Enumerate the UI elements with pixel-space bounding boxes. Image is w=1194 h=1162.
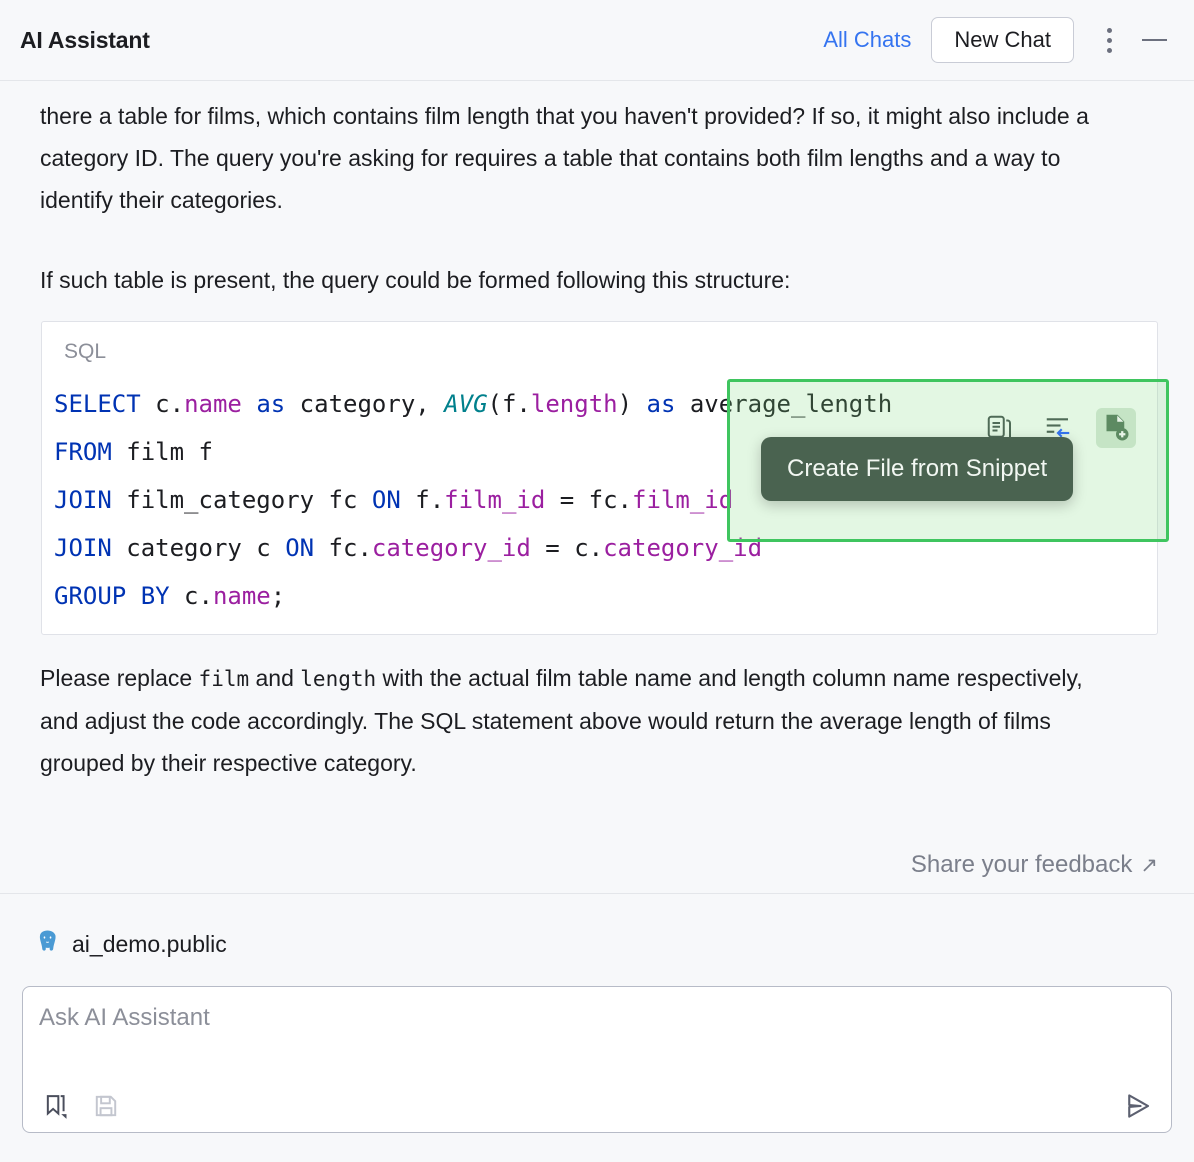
code-token: fc. (314, 534, 372, 562)
share-feedback-link[interactable]: Share your feedback ↗ (911, 851, 1158, 879)
chat-message-area[interactable]: there a table for films, which contains … (0, 81, 1194, 893)
code-token: film_id (444, 486, 546, 514)
chat-input-panel: ai_demo.public Ask AI Assistant (0, 893, 1194, 1162)
kebab-menu-icon[interactable] (1088, 20, 1130, 60)
code-token: FROM (54, 438, 112, 466)
page-title: AI Assistant (20, 26, 150, 53)
code-token: AVG (444, 390, 488, 418)
assistant-paragraph-3: Please replace film and length with the … (0, 635, 1145, 784)
ai-assistant-header: AI Assistant All Chats New Chat (0, 0, 1194, 81)
code-token: category, (285, 390, 445, 418)
kebab-dot (1106, 37, 1112, 43)
chat-input-toolbar (23, 1088, 1171, 1124)
tooltip-create-file-from-snippet: Create File from Snippet (761, 437, 1074, 501)
all-chats-link[interactable]: All Chats (823, 27, 911, 53)
code-token: c. (169, 582, 213, 610)
chat-input-field[interactable]: Ask AI Assistant (23, 987, 1171, 1032)
kebab-dot (1106, 27, 1112, 33)
snippet-bookmark-icon[interactable] (39, 1089, 73, 1123)
kebab-dot (1106, 47, 1112, 53)
code-token: JOIN (54, 486, 112, 514)
code-line: JOIN category c ON fc.category_id = c.ca… (42, 524, 1157, 572)
code-token: as (646, 390, 676, 418)
header-actions: All Chats New Chat (823, 17, 1176, 63)
code-token: (f. (487, 390, 531, 418)
input-left-icons (39, 1089, 123, 1123)
minimize-bar (1141, 39, 1167, 41)
code-token: JOIN (54, 534, 112, 562)
external-link-arrow-icon: ↗ (1140, 853, 1158, 877)
code-token: name (212, 582, 271, 610)
code-token: name (184, 390, 242, 418)
code-token: film_id (632, 486, 734, 514)
chat-input-box[interactable]: Ask AI Assistant (22, 986, 1172, 1133)
code-token: = c. (530, 534, 604, 562)
save-floppy-icon[interactable] (89, 1089, 123, 1123)
code-token: category_id (603, 534, 763, 562)
code-token: SELECT (54, 390, 141, 418)
share-feedback-label: Share your feedback (910, 851, 1133, 878)
code-token: as (256, 390, 286, 418)
minimize-icon[interactable] (1132, 20, 1176, 60)
database-context-selector[interactable]: ai_demo.public (0, 894, 1194, 960)
postgresql-elephant-icon (34, 928, 61, 960)
code-token: ON (371, 486, 401, 514)
new-chat-button[interactable]: New Chat (931, 17, 1074, 63)
code-token: ; (270, 582, 286, 610)
code-token: average_length (675, 390, 893, 418)
code-token: film_category fc (111, 486, 372, 514)
send-arrow-icon[interactable] (1119, 1088, 1157, 1124)
code-token: GROUP BY (54, 582, 170, 610)
code-token: ON (285, 534, 315, 562)
code-token: length (530, 390, 618, 418)
code-token: film f (111, 438, 213, 466)
code-line: GROUP BY c.name; (42, 572, 1157, 620)
inline-code-length: length (300, 667, 377, 691)
paragraph-3-text-a: Please replace (40, 665, 199, 691)
database-context-label: ai_demo.public (72, 930, 227, 957)
code-token: category c (111, 534, 286, 562)
code-token: ) (617, 390, 647, 418)
create-file-from-snippet-icon[interactable] (1096, 408, 1136, 448)
code-token: = fc. (545, 486, 633, 514)
assistant-paragraph-1: there a table for films, which contains … (40, 103, 1089, 213)
inline-code-film: film (198, 667, 250, 691)
paragraph-3-text-b: and (249, 665, 301, 691)
assistant-paragraph-2: If such table is present, the query coul… (40, 267, 791, 293)
code-token: f. (400, 486, 445, 514)
code-token: c. (140, 390, 185, 418)
code-language-label: SQL (64, 340, 107, 363)
code-token: category_id (371, 534, 531, 562)
